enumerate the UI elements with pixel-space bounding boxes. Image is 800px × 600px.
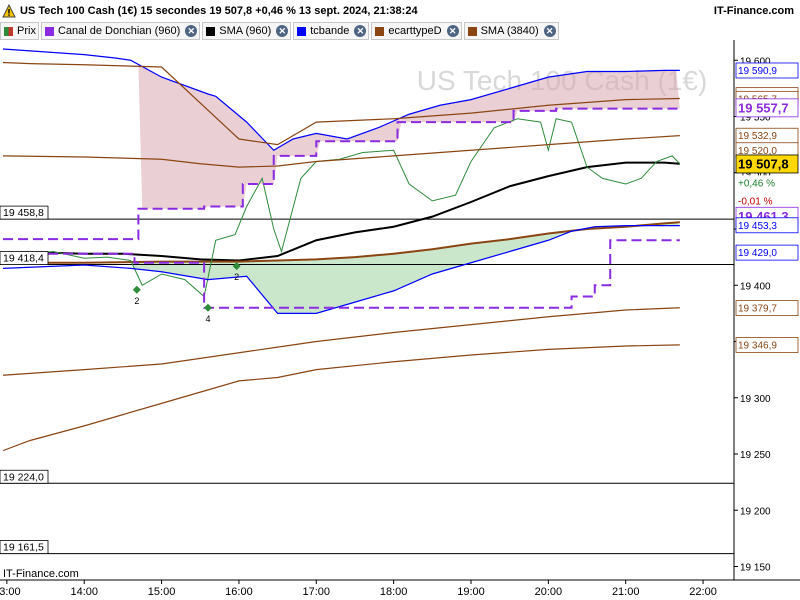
reference-label: 19 458,8	[3, 207, 44, 219]
x-tick-label: 18:00	[380, 586, 408, 598]
y-tick-label: 19 150	[740, 563, 771, 574]
price-label: 19 507,8	[738, 157, 789, 172]
series-line-sma-3840-	[3, 221, 680, 264]
price-label: 19 429,0	[738, 248, 777, 259]
price-chart[interactable]: US Tech 100 Cash (1€) 242 19 60019 55019…	[0, 0, 800, 600]
price-label: -0,01 %	[738, 196, 773, 207]
reference-label: 19 418,4	[3, 253, 44, 265]
reference-label: 19 161,5	[3, 542, 44, 554]
price-label: 19 379,7	[738, 304, 777, 315]
x-tick-label: 22:00	[689, 586, 717, 598]
x-tick-label: 20:00	[535, 586, 563, 598]
price-label: 19 557,7	[738, 100, 789, 115]
y-tick-label: 19 300	[740, 394, 771, 405]
signal-marker-label: 2	[134, 296, 139, 306]
signal-marker	[203, 303, 212, 312]
signal-marker-label: 2	[234, 272, 239, 282]
signal-marker-label: 4	[205, 314, 210, 324]
price-label: 19 532,9	[738, 131, 777, 142]
price-label: +0,46 %	[738, 178, 775, 189]
x-tick-label: 17:00	[303, 586, 331, 598]
upper-band-fill	[138, 64, 680, 209]
lower-band-fill	[130, 222, 680, 314]
signal-marker	[132, 285, 141, 294]
x-tick-label: 15:00	[148, 586, 176, 598]
x-tick-label: 19:00	[457, 586, 485, 598]
reference-label: 19 224,0	[3, 471, 44, 483]
series-line-ecarttyped-2	[2, 344, 680, 452]
y-tick-label: 19 400	[740, 281, 771, 292]
series-line-sma-960-	[3, 161, 680, 262]
price-label: 19 590,9	[738, 66, 777, 77]
series-line-ecarttyped-1	[2, 307, 680, 376]
series-lines	[0, 48, 734, 555]
y-tick-label: 19 250	[740, 450, 771, 461]
y-tick-label: 19 200	[740, 506, 771, 517]
price-label: 19 346,9	[738, 340, 777, 351]
x-tick-label: 13:00	[0, 586, 21, 598]
x-tick-label: 21:00	[612, 586, 640, 598]
x-tick-label: 14:00	[70, 586, 98, 598]
x-tick-label: 16:00	[225, 586, 253, 598]
footer-brand: IT-Finance.com	[3, 568, 79, 580]
price-label: 19 453,3	[738, 221, 777, 232]
